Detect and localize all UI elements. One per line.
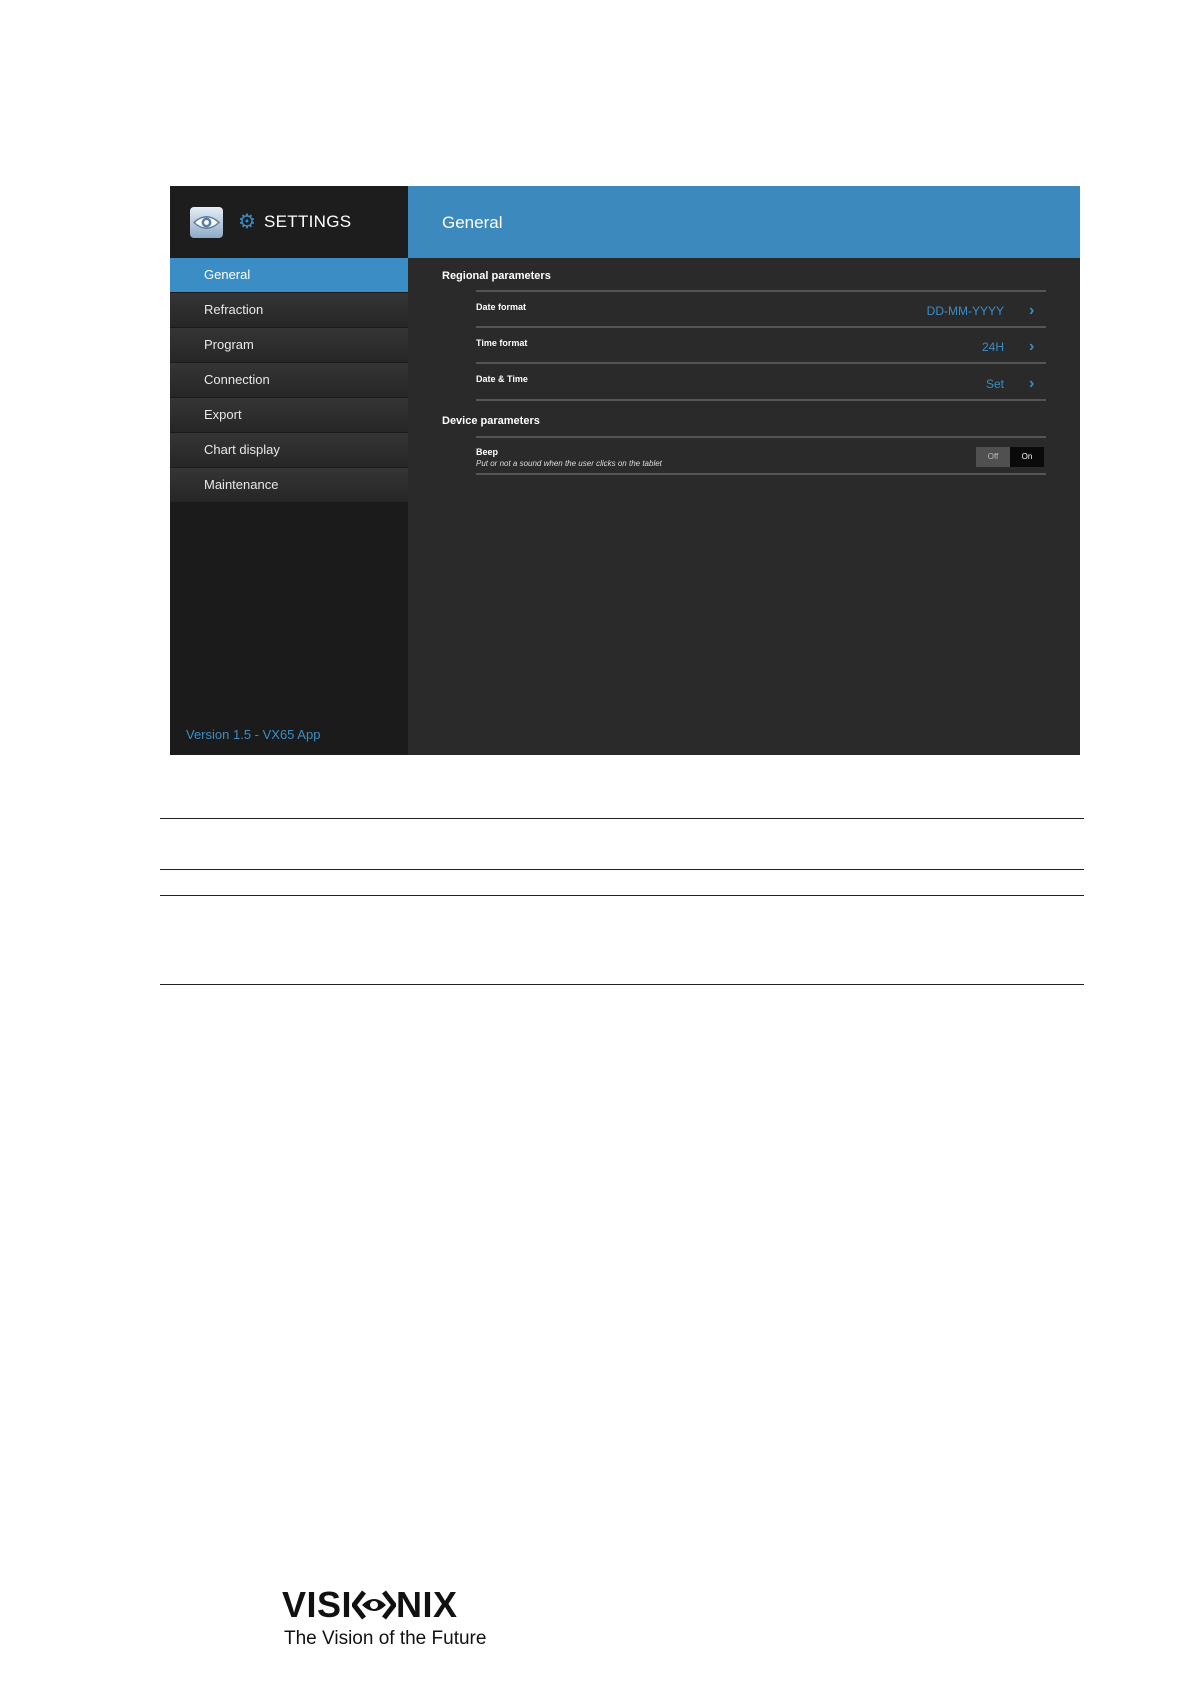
settings-content: Regional parameters Date format DD-MM-YY… <box>408 258 1080 755</box>
divider <box>476 436 1046 438</box>
date-format-value: DD-MM-YYYY <box>926 304 1004 318</box>
chevron-right-icon[interactable]: › <box>1029 339 1034 355</box>
sidebar-item-program[interactable]: Program <box>170 328 408 362</box>
time-format-value: 24H <box>981 340 1004 354</box>
chevron-right-icon[interactable]: › <box>1029 376 1034 392</box>
beep-description: Put or not a sound when the user clicks … <box>476 459 662 468</box>
brand-right: NIX <box>396 1584 458 1625</box>
date-format-label: Date format <box>476 302 527 312</box>
date-time-value: Set <box>985 377 1004 391</box>
toggle-off-option[interactable]: Off <box>976 447 1010 467</box>
page-header: General <box>408 186 1080 258</box>
table-rule <box>160 818 1084 819</box>
sidebar-item-refraction[interactable]: Refraction <box>170 293 408 327</box>
toggle-on-option[interactable]: On <box>1010 447 1044 467</box>
gear-icon: ⚙ <box>238 211 256 233</box>
chevron-right-icon[interactable]: › <box>1029 303 1034 319</box>
beep-label: Beep <box>476 447 499 457</box>
divider <box>476 290 1046 292</box>
brand-tagline: The Vision of the Future <box>284 1628 487 1649</box>
sidebar-item-maintenance[interactable]: Maintenance <box>170 468 408 502</box>
table-rule <box>160 895 1084 896</box>
time-format-label: Time format <box>476 338 528 348</box>
version-label: Version 1.5 - VX65 App <box>186 727 321 742</box>
settings-title: SETTINGS <box>264 212 352 231</box>
table-rule <box>160 984 1084 985</box>
divider <box>476 473 1046 475</box>
device-parameters-title: Device parameters <box>442 415 540 427</box>
beep-toggle[interactable]: Off On <box>976 447 1044 467</box>
sidebar: ⚙ SETTINGS General Refraction Program Co… <box>170 186 408 755</box>
visionix-logo: VISI NIX The Vision of the Future <box>282 1584 486 1650</box>
brand-wordmark: VISI NIX <box>282 1584 486 1626</box>
regional-parameters-title: Regional parameters <box>442 270 551 282</box>
eye-logo-icon <box>352 1590 397 1620</box>
divider <box>476 399 1046 401</box>
sidebar-item-connection[interactable]: Connection <box>170 363 408 397</box>
date-time-label: Date & Time <box>476 374 528 384</box>
settings-screenshot: ⚙ SETTINGS General Refraction Program Co… <box>170 186 1080 755</box>
eye-logo-icon[interactable] <box>190 207 223 238</box>
sidebar-item-chart-display[interactable]: Chart display <box>170 433 408 467</box>
sidebar-nav: General Refraction Program Connection Ex… <box>170 258 408 503</box>
divider <box>476 362 1046 364</box>
sidebar-header: ⚙ SETTINGS <box>170 186 408 258</box>
divider <box>476 326 1046 328</box>
table-rule <box>160 869 1084 870</box>
page-title: General <box>442 213 503 232</box>
brand-left: VISI <box>282 1584 353 1625</box>
sidebar-item-export[interactable]: Export <box>170 398 408 432</box>
sidebar-item-general[interactable]: General <box>170 258 408 292</box>
